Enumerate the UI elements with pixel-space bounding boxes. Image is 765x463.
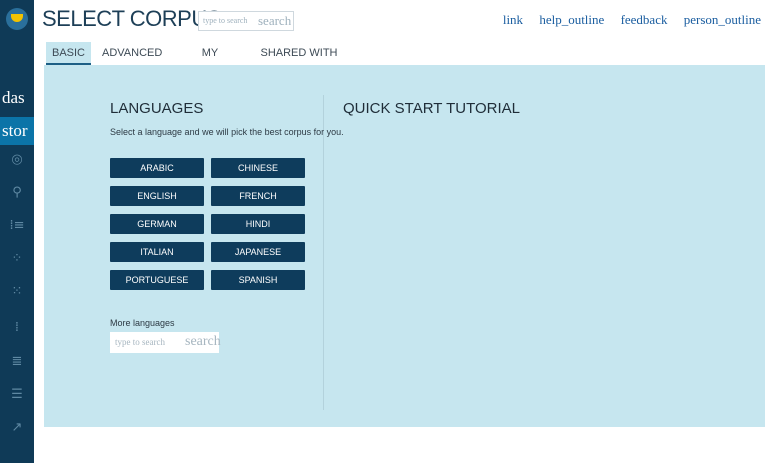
- quick-start-tutorial-heading: QUICK START TUTORIAL: [343, 100, 520, 117]
- help-outline-icon[interactable]: help_outline: [539, 12, 604, 27]
- tab-my-corpora[interactable]: MY CORPORA: [175, 42, 245, 82]
- tab-shared-with-me[interactable]: SHARED WITH ME: [258, 42, 340, 82]
- tab-basic[interactable]: BASIC: [46, 42, 91, 65]
- ne-list-icon[interactable]: ≣: [7, 352, 27, 372]
- trend-icon[interactable]: ↗: [7, 418, 27, 438]
- languages-subtext: Select a language and we will pick the b…: [110, 127, 344, 137]
- language-button-japanese[interactable]: JAPANESE: [211, 242, 305, 262]
- more-languages-search-input[interactable]: type to search search: [110, 332, 221, 353]
- language-button-portuguese[interactable]: PORTUGUESE: [110, 270, 204, 290]
- language-button-english[interactable]: ENGLISH: [110, 186, 204, 206]
- search-button[interactable]: search: [258, 13, 291, 29]
- network-icon[interactable]: ⁙: [7, 282, 27, 302]
- list-bars-icon[interactable]: ⁞: [7, 318, 27, 338]
- numbered-list-icon[interactable]: ☰: [7, 385, 27, 405]
- page-title: SELECT CORPUS: [42, 6, 221, 31]
- sidebar-item-dashboard[interactable]: das: [0, 84, 34, 112]
- language-button-arabic[interactable]: ARABIC: [110, 158, 204, 178]
- corpus-search-input[interactable]: type to search search: [198, 11, 294, 31]
- app-logo-icon[interactable]: [6, 8, 28, 30]
- search-placeholder: type to search: [203, 16, 248, 25]
- location-icon[interactable]: ⚲: [7, 183, 27, 203]
- target-icon[interactable]: ◎: [7, 150, 27, 170]
- more-languages-search-button[interactable]: search: [185, 334, 221, 350]
- more-languages-placeholder: type to search: [115, 337, 165, 347]
- more-languages-label: More languages: [110, 318, 175, 328]
- left-sidebar: das stor ◎ ⚲ ⁞≡ ⁘ ⁙ ⁞ ≣ ☰ ↗: [0, 0, 34, 463]
- languages-heading: LANGUAGES: [110, 100, 204, 117]
- language-button-french[interactable]: FRENCH: [211, 186, 305, 206]
- language-button-chinese[interactable]: CHINESE: [211, 158, 305, 178]
- sidebar-item-stories[interactable]: stor: [0, 117, 34, 145]
- tab-advanced[interactable]: ADVANCED: [102, 42, 162, 65]
- language-button-spanish[interactable]: SPANISH: [211, 270, 305, 290]
- panel-divider: [323, 95, 324, 410]
- feedback-icon[interactable]: feedback: [621, 12, 668, 27]
- language-button-german[interactable]: GERMAN: [110, 214, 204, 234]
- link-icon[interactable]: link: [503, 12, 523, 27]
- list-dots-icon[interactable]: ⁞≡: [7, 216, 27, 236]
- language-button-italian[interactable]: ITALIAN: [110, 242, 204, 262]
- language-button-hindi[interactable]: HINDI: [211, 214, 305, 234]
- top-links: link help_outline feedback person_outlin…: [490, 12, 761, 28]
- person-outline-icon[interactable]: person_outline: [684, 12, 761, 27]
- grid-dots-icon[interactable]: ⁘: [7, 249, 27, 269]
- corpus-tabs: BASIC ADVANCED MY CORPORA SHARED WITH ME: [42, 42, 765, 82]
